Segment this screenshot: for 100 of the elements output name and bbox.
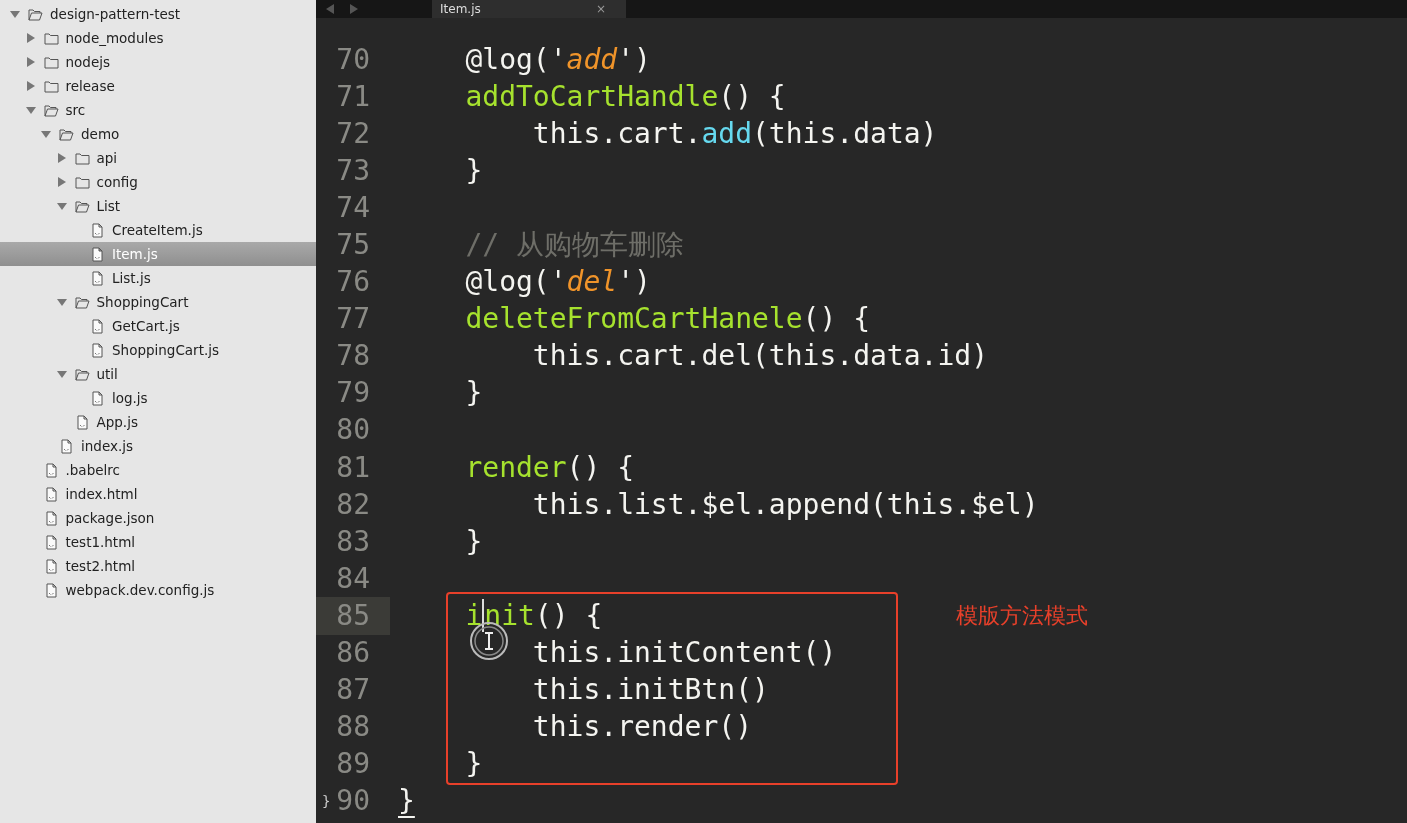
line-number: 73 (336, 156, 370, 185)
expand-arrow-icon (56, 369, 67, 379)
file-icon (74, 414, 90, 430)
file-icon (90, 390, 105, 406)
code-line: this.list.$el.append(this.$el) (532, 490, 1039, 519)
tree-item[interactable]: List (0, 194, 316, 218)
tree-item[interactable]: index.html (0, 482, 316, 506)
folder-icon (74, 366, 90, 382)
folder-icon (74, 198, 90, 214)
tree-item[interactable]: util (0, 362, 316, 386)
line-number: 82 (336, 490, 370, 519)
tree-item[interactable]: GetCart.js (0, 314, 316, 338)
file-icon (43, 558, 59, 574)
tree-item[interactable]: config (0, 170, 316, 194)
folder-icon (43, 102, 59, 118)
expand-arrow-icon (25, 33, 36, 43)
tree-item[interactable]: ShoppingCart (0, 290, 316, 314)
folder-icon (59, 126, 74, 142)
expand-arrow-icon (56, 153, 67, 163)
line-number: 87 (336, 676, 370, 705)
code-line: addToCartHandle() { (465, 82, 786, 111)
tree-item[interactable]: test1.html (0, 530, 316, 554)
line-number: 86 (336, 639, 370, 668)
line-number: 70 (336, 45, 370, 74)
folder-icon (43, 78, 59, 94)
expand-arrow-icon (25, 105, 36, 115)
tree-item[interactable]: log.js (0, 386, 316, 410)
line-number: 83 (336, 527, 370, 556)
code-line: this.render() (532, 713, 752, 742)
line-number: 74 (336, 193, 370, 222)
file-icon (43, 582, 59, 598)
file-icon (43, 534, 59, 550)
file-icon (43, 510, 59, 526)
tree-item[interactable]: design-pattern-test (0, 2, 316, 26)
code-line: @log('add') (465, 45, 651, 74)
code-line: } (465, 156, 483, 185)
expand-arrow-icon (25, 81, 36, 91)
line-number: 90 (336, 787, 370, 816)
code-line: i nit() { (465, 601, 603, 630)
code-line: } (465, 379, 483, 408)
editor-tab[interactable]: Item.js × (432, 0, 626, 18)
code-line: // 从购物车删除 (465, 231, 684, 259)
code-line: this.initContent() (532, 639, 837, 668)
file-icon (43, 486, 59, 502)
folder-icon (28, 6, 43, 22)
line-number: 78 (336, 342, 370, 371)
folder-icon (74, 174, 90, 190)
tree-item[interactable]: index.js (0, 434, 316, 458)
expand-arrow-icon (56, 201, 67, 211)
expand-arrow-icon (41, 129, 51, 139)
expand-arrow-icon (56, 177, 67, 187)
file-icon (90, 246, 105, 262)
folder-icon (74, 150, 90, 166)
tree-item[interactable]: .babelrc (0, 458, 316, 482)
file-icon (59, 438, 74, 454)
code-line: } (398, 787, 415, 816)
line-number: 84 (336, 564, 370, 593)
file-icon (90, 342, 105, 358)
tree-item[interactable]: CreateItem.js (0, 218, 316, 242)
fold-marker[interactable]: } (322, 794, 331, 809)
tree-item[interactable]: test2.html (0, 554, 316, 578)
tree-item[interactable]: api (0, 146, 316, 170)
file-icon (43, 462, 59, 478)
code-line: this.initBtn() (532, 676, 769, 705)
expand-arrow-icon (56, 297, 67, 307)
tree-item[interactable]: nodejs (0, 50, 316, 74)
tree-item[interactable]: src (0, 98, 316, 122)
code-line: } (465, 750, 483, 779)
line-number: 81 (336, 453, 370, 482)
line-number: 72 (336, 119, 370, 148)
tab-label[interactable]: Item.js (440, 0, 481, 18)
expand-arrow-icon (25, 57, 36, 67)
code-line: this.cart.add(this.data) (532, 119, 938, 148)
line-number: 88 (336, 713, 370, 742)
code-line: deleteFromCartHanele() { (465, 305, 870, 334)
code-line: @log('del') (465, 268, 651, 297)
line-number: 80 (336, 416, 370, 445)
tree-item[interactable]: release (0, 74, 316, 98)
line-number: 76 (336, 268, 370, 297)
close-button[interactable]: × (595, 0, 606, 18)
file-icon (90, 318, 105, 334)
annotation-text: 模版方法模式 (956, 605, 1088, 627)
tree-item[interactable]: package.json (0, 506, 316, 530)
line-number: 71 (336, 82, 370, 111)
line-number: 79 (336, 379, 370, 408)
tree-item[interactable]: App.js (0, 410, 316, 434)
tree-item[interactable]: demo (0, 122, 316, 146)
tree-item[interactable]: node_modules (0, 26, 316, 50)
code-line: render() { (465, 453, 634, 482)
line-number: 75 (336, 231, 370, 259)
file-icon (90, 222, 105, 238)
folder-icon (74, 294, 90, 310)
code-line: } (465, 527, 483, 556)
tree-item[interactable]: List.js (0, 266, 316, 290)
tree-item[interactable]: webpack.dev.config.js (0, 578, 316, 602)
code-line: this.cart.del(this.data.id) (532, 342, 988, 371)
tree-item[interactable]: ShoppingCart.js (0, 338, 316, 362)
folder-icon (43, 54, 59, 70)
expand-arrow-icon (10, 9, 20, 19)
folder-icon (43, 30, 59, 46)
